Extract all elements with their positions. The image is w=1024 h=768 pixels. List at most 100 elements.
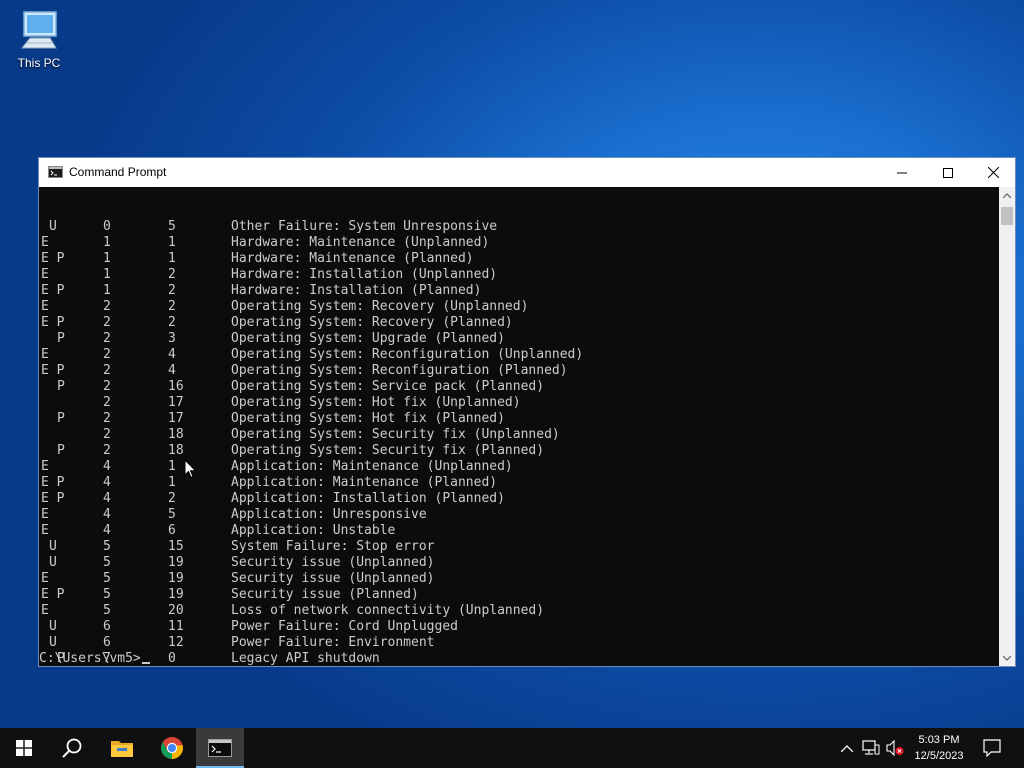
flags-cell: E P [41,251,65,266]
start-button[interactable] [0,728,48,768]
major-code-cell: 5 [103,539,111,554]
this-pc-desktop-icon[interactable]: This PC [10,8,68,70]
minor-code-cell: 1 [168,235,176,250]
reason-cell: Application: Unresponsive [231,507,427,522]
scrollbar-thumb[interactable] [1001,207,1013,225]
command-prompt-window[interactable]: Command Prompt U 0 5 Other Failure: System … [38,157,1016,667]
major-code-cell: 2 [103,379,111,394]
output-line: P 2 3 Operating System: Upgrade (Planned) [39,331,999,347]
chevron-up-icon [1003,192,1011,198]
windows-logo-icon [16,740,32,756]
command-line[interactable]: C:\Users\vm5> [39,651,150,666]
console-output[interactable]: U 0 5 Other Failure: System Unresponsive E 1 1… [39,187,999,666]
reason-cell: Hardware: Maintenance (Unplanned) [231,235,490,250]
maximize-icon [943,167,953,178]
minor-code-cell: 16 [168,379,184,394]
reason-cell: Application: Maintenance (Planned) [231,475,498,490]
minor-code-cell: 19 [168,555,184,570]
output-line: E 5 20 Loss of network connectivity (Unplan… [39,603,999,619]
chevron-down-icon [1003,655,1011,661]
minor-code-cell: 17 [168,411,184,426]
action-center-button[interactable] [978,728,1006,768]
minor-code-cell: 18 [168,443,184,458]
minor-code-cell: 18 [168,427,184,442]
major-code-cell: 2 [103,411,111,426]
search-button[interactable] [48,728,96,768]
text-cursor [141,662,150,664]
major-code-cell: 5 [103,555,111,570]
minor-code-cell: 2 [168,315,176,330]
major-code-cell: 2 [103,395,111,410]
reason-cell: Power Failure: Environment [231,635,435,650]
minor-code-cell: 1 [168,251,176,266]
major-code-cell: 2 [103,315,111,330]
reason-cell: Operating System: Security fix (Planned) [231,443,545,458]
file-explorer-button[interactable] [98,728,146,768]
flags-cell: E [41,603,49,618]
command-prompt-taskbar-button[interactable] [196,728,244,768]
system-clock[interactable]: 5:03 PM 12/5/2023 [906,732,972,764]
minor-code-cell: 1 [168,459,176,474]
minor-code-cell: 0 [168,651,176,666]
network-status-button[interactable] [860,728,882,768]
reason-cell: Legacy API shutdown [231,651,380,666]
flags-cell: E P [41,475,65,490]
scroll-down-button[interactable] [999,650,1015,666]
output-line: E 2 2 Operating System: Recovery (Unplanned… [39,299,999,315]
output-line: E P 2 4 Operating System: Reconfiguration (… [39,363,999,379]
notification-icon [983,739,1001,757]
minimize-button[interactable] [879,158,925,187]
minor-code-cell: 12 [168,635,184,650]
major-code-cell: 5 [103,571,111,586]
output-line: E P 1 1 Hardware: Maintenance (Planned) [39,251,999,267]
minor-code-cell: 4 [168,363,176,378]
output-line: E 2 4 Operating System: Reconfiguration (Un… [39,347,999,363]
flags-cell: P [57,443,65,458]
output-line: E P 5 19 Security issue (Planned) [39,587,999,603]
major-code-cell: 5 [103,603,111,618]
minor-code-cell: 5 [168,507,176,522]
major-code-cell: 2 [103,363,111,378]
major-code-cell: 2 [103,331,111,346]
flags-cell: U [49,555,57,570]
major-code-cell: 4 [103,523,111,538]
reason-cell: Security issue (Unplanned) [231,571,435,586]
flags-cell: P [57,331,65,346]
flags-cell: U [49,619,57,634]
chrome-button[interactable] [148,728,196,768]
window-title: Command Prompt [69,165,167,179]
reason-cell: Security issue (Planned) [231,587,419,602]
output-line: 2 18 Operating System: Security fix (Unpla… [39,427,999,443]
output-line: P 2 16 Operating System: Service pack (Plan… [39,379,999,395]
major-code-cell: 4 [103,507,111,522]
maximize-button[interactable] [925,158,971,187]
minor-code-cell: 2 [168,283,176,298]
vertical-scrollbar[interactable] [999,187,1015,666]
mouse-pointer-icon [184,459,197,479]
reason-cell: Operating System: Recovery (Planned) [231,315,513,330]
major-code-cell: 4 [103,475,111,490]
minor-code-cell: 19 [168,571,184,586]
major-code-cell: 1 [103,283,111,298]
close-button[interactable] [970,158,1016,187]
reason-cell: Loss of network connectivity (Unplanned) [231,603,545,618]
output-line: P 2 18 Operating System: Security fix (Plan… [39,443,999,459]
major-code-cell: 4 [103,491,111,506]
show-hidden-icons-button[interactable] [838,728,856,768]
output-line: E 1 1 Hardware: Maintenance (Unplanned) [39,235,999,251]
reason-cell: Security issue (Unplanned) [231,555,435,570]
close-icon [987,167,999,178]
reason-cell: Operating System: Security fix (Unplanne… [231,427,560,442]
major-code-cell: 1 [103,251,111,266]
output-line: E 1 2 Hardware: Installation (Unplanned) [39,267,999,283]
title-bar[interactable]: Command Prompt [39,158,1015,187]
output-line: E P 4 2 Application: Installation (Planned) [39,491,999,507]
minor-code-cell: 3 [168,331,176,346]
volume-muted-button[interactable] [884,728,906,768]
output-line: E P 1 2 Hardware: Installation (Planned) [39,283,999,299]
output-line: E P 2 2 Operating System: Recovery (Planned… [39,315,999,331]
cmd-app-icon [48,166,63,178]
folder-icon [111,741,133,757]
minor-code-cell: 2 [168,267,176,282]
scroll-up-button[interactable] [999,187,1015,203]
